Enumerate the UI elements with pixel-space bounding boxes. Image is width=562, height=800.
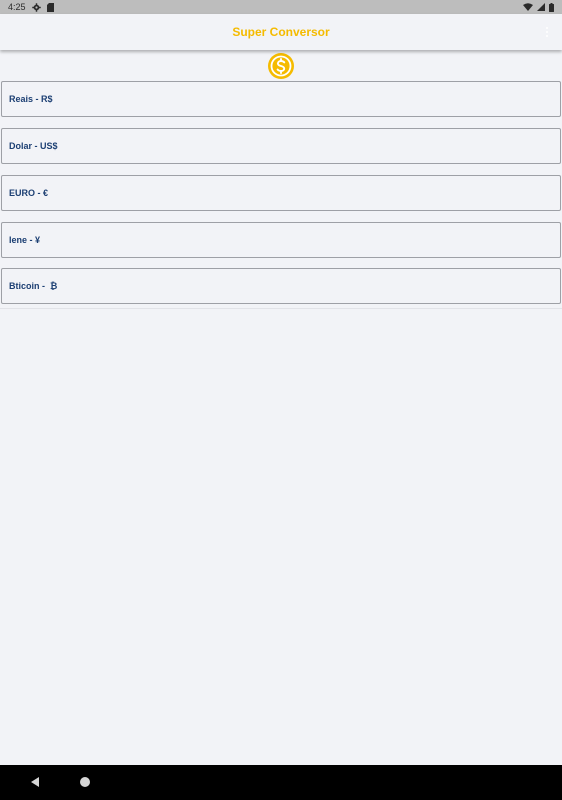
gear-icon (31, 2, 41, 12)
reais-field[interactable]: Reais - R$ (1, 81, 561, 117)
iene-field-label: Iene - ¥ (9, 235, 41, 245)
home-icon[interactable] (80, 777, 90, 787)
dolar-field[interactable]: Dolar - US$ (1, 128, 561, 164)
battery-icon (549, 2, 554, 12)
status-right (523, 2, 554, 12)
sd-card-icon (46, 2, 54, 12)
bitcoin-field-label: Bticoin - ₿ (9, 281, 58, 291)
iene-field[interactable]: Iene - ¥ (1, 222, 561, 258)
back-icon[interactable] (29, 776, 41, 788)
euro-field[interactable]: EURO - € (1, 175, 561, 211)
signal-icon (537, 3, 545, 11)
app-bar: Super Conversor (0, 14, 562, 50)
status-left: 4:25 (8, 2, 54, 12)
dollar-coin-icon (268, 53, 294, 79)
app-title: Super Conversor (232, 25, 330, 39)
content-divider (0, 308, 562, 309)
status-bar: 4:25 (0, 0, 562, 14)
wifi-icon (523, 3, 533, 11)
dolar-field-label: Dolar - US$ (9, 141, 58, 151)
bitcoin-field[interactable]: Bticoin - ₿ (1, 268, 561, 304)
euro-field-label: EURO - € (9, 188, 49, 198)
reais-field-label: Reais - R$ (9, 94, 53, 104)
more-vert-icon[interactable] (542, 24, 552, 40)
navigation-bar (0, 765, 562, 800)
status-time: 4:25 (8, 2, 26, 12)
